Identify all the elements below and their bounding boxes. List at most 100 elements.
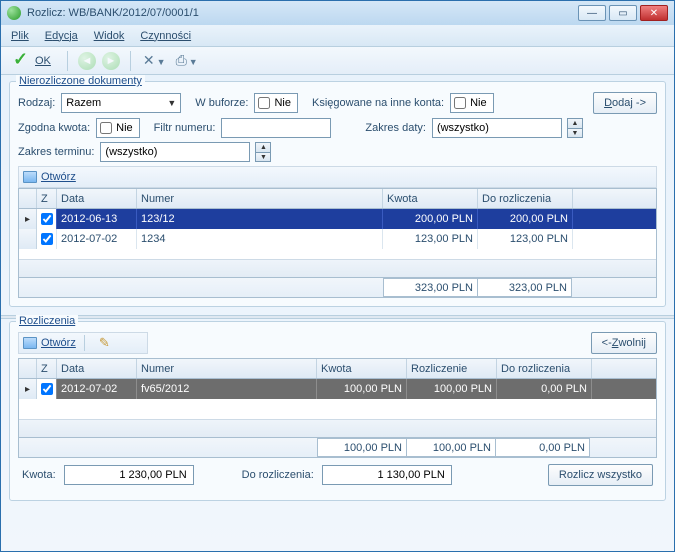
titlebar: Rozlicz: WB/BANK/2012/07/0001/1 — ▭ ✕ — [1, 1, 674, 25]
ksiegowane-label: Księgowane na inne konta: — [312, 97, 444, 109]
grid2-footer: 100,00 PLN 100,00 PLN 0,00 PLN — [19, 437, 656, 457]
edit-icon[interactable]: ✎ — [99, 335, 110, 351]
col-numer[interactable]: Numer — [137, 359, 317, 378]
grid-rozliczenia: Z Data Numer Kwota Rozliczenie Do rozlic… — [18, 358, 657, 458]
splitter[interactable] — [1, 315, 674, 319]
grid1-footer: 323,00 PLN 323,00 PLN — [19, 277, 656, 297]
nav-back-button[interactable]: ◄ — [78, 52, 96, 70]
grid1-toolbar: Otwórz — [18, 166, 657, 188]
col-data[interactable]: Data — [57, 359, 137, 378]
cell-dorozl: 123,00 PLN — [478, 229, 573, 249]
window-title: Rozlicz: WB/BANK/2012/07/0001/1 — [27, 7, 578, 19]
toolbar: OK ◄ ► ✕▼ ⎙▼ — [1, 47, 674, 75]
cell-kwota: 200,00 PLN — [383, 209, 478, 229]
foot-dorozl: 323,00 PLN — [477, 278, 572, 297]
group-rozliczenia: Rozliczenia Otwórz ✎ <- Zwolnij Z Data N… — [9, 321, 666, 501]
group-nierozliczone: Nierozliczone dokumenty Rodzaj: Razem▼ W… — [9, 81, 666, 307]
close-button[interactable]: ✕ — [640, 5, 668, 21]
zakresterminu-input[interactable]: (wszystko) — [100, 142, 250, 162]
separator — [130, 51, 131, 71]
ksiegowane-checkbox[interactable]: Nie — [450, 93, 494, 113]
open-icon — [23, 171, 37, 183]
foot-kwota: 100,00 PLN — [317, 438, 407, 457]
group-rozliczenia-label: Rozliczenia — [16, 315, 78, 327]
otworz-button[interactable]: Otwórz — [41, 171, 76, 183]
cell-numer: 1234 — [137, 229, 383, 249]
col-dorozl[interactable]: Do rozliczenia — [497, 359, 592, 378]
menu-edycja[interactable]: Edycja — [45, 30, 78, 42]
cell-kwota: 100,00 PLN — [317, 379, 407, 399]
otworz-button-2[interactable]: Otwórz — [41, 337, 76, 349]
foot-dorozl: 0,00 PLN — [495, 438, 590, 457]
col-data[interactable]: Data — [57, 189, 137, 208]
grid2-toolbar: Otwórz ✎ — [18, 332, 148, 354]
col-z[interactable]: Z — [37, 359, 57, 378]
zakresdaty-input[interactable]: (wszystko) — [432, 118, 562, 138]
menu-widok[interactable]: Widok — [94, 30, 125, 42]
kwota-label: Kwota: — [22, 469, 56, 481]
cell-kwota: 123,00 PLN — [383, 229, 478, 249]
table-row[interactable]: 2012-07-021234123,00 PLN123,00 PLN — [19, 229, 656, 249]
group-nierozliczone-label: Nierozliczone dokumenty — [16, 75, 145, 87]
app-window: Rozlicz: WB/BANK/2012/07/0001/1 — ▭ ✕ Pl… — [0, 0, 675, 552]
col-dorozl[interactable]: Do rozliczenia — [478, 189, 573, 208]
nav-forward-button[interactable]: ► — [102, 52, 120, 70]
zakresdaty-label: Zakres daty: — [365, 122, 426, 134]
row-checkbox[interactable] — [37, 209, 57, 229]
grid1-header: Z Data Numer Kwota Do rozliczenia — [19, 189, 656, 209]
col-numer[interactable]: Numer — [137, 189, 383, 208]
zakresterminu-spinner[interactable]: ▲▼ — [255, 142, 271, 162]
row-checkbox[interactable] — [37, 229, 57, 249]
row-indicator: ▸ — [19, 379, 37, 399]
tools-icon[interactable]: ✕▼ — [141, 52, 168, 69]
zgodna-label: Zgodna kwota: — [18, 122, 90, 134]
wbuforze-checkbox[interactable]: Nie — [254, 93, 298, 113]
menu-plik[interactable]: Plik — [11, 30, 29, 42]
foot-kwota: 323,00 PLN — [383, 278, 478, 297]
zakresdaty-spinner[interactable]: ▲▼ — [567, 118, 583, 138]
filtr-input[interactable] — [221, 118, 331, 138]
app-icon — [7, 6, 21, 20]
table-row[interactable]: ▸2012-06-13123/12200,00 PLN200,00 PLN — [19, 209, 656, 229]
grid-nierozliczone: Z Data Numer Kwota Do rozliczenia ▸2012-… — [18, 188, 657, 298]
row-checkbox[interactable] — [37, 379, 57, 399]
cell-data: 2012-07-02 — [57, 379, 137, 399]
rodzaj-select[interactable]: Razem▼ — [61, 93, 181, 113]
row-indicator: ▸ — [19, 209, 37, 229]
table-row[interactable]: ▸2012-07-02fv65/2012100,00 PLN100,00 PLN… — [19, 379, 656, 399]
dodaj-button[interactable]: Dodaj -> — [593, 92, 657, 114]
foot-rozl: 100,00 PLN — [406, 438, 496, 457]
print-icon[interactable]: ⎙▼ — [174, 52, 200, 69]
cell-numer: 123/12 — [137, 209, 383, 229]
grid2-header: Z Data Numer Kwota Rozliczenie Do rozlic… — [19, 359, 656, 379]
col-rozl[interactable]: Rozliczenie — [407, 359, 497, 378]
dorozl-label: Do rozliczenia: — [242, 469, 314, 481]
cell-data: 2012-06-13 — [57, 209, 137, 229]
col-kwota[interactable]: Kwota — [383, 189, 478, 208]
filtr-label: Filtr numeru: — [154, 122, 216, 134]
zwolnij-button[interactable]: <- Zwolnij — [591, 332, 657, 354]
cell-dorozl: 200,00 PLN — [478, 209, 573, 229]
cell-rozl: 100,00 PLN — [407, 379, 497, 399]
zakresterminu-label: Zakres terminu: — [18, 146, 94, 158]
minimize-button[interactable]: — — [578, 5, 606, 21]
separator — [67, 51, 68, 71]
zgodna-checkbox[interactable]: Nie — [96, 118, 140, 138]
menubar: Plik Edycja Widok Czynności — [1, 25, 674, 47]
ok-button[interactable]: OK — [7, 50, 57, 72]
col-kwota[interactable]: Kwota — [317, 359, 407, 378]
rodzaj-label: Rodzaj: — [18, 97, 55, 109]
maximize-button[interactable]: ▭ — [609, 5, 637, 21]
dorozl-value: 1 130,00 PLN — [322, 465, 452, 485]
open-icon — [23, 337, 37, 349]
cell-numer: fv65/2012 — [137, 379, 317, 399]
col-z[interactable]: Z — [37, 189, 57, 208]
wbuforze-label: W buforze: — [195, 97, 248, 109]
menu-czynnosci[interactable]: Czynności — [140, 30, 191, 42]
row-indicator — [19, 229, 37, 249]
rozlicz-wszystko-button[interactable]: Rozlicz wszystko — [548, 464, 653, 486]
cell-dorozl: 0,00 PLN — [497, 379, 592, 399]
kwota-value: 1 230,00 PLN — [64, 465, 194, 485]
cell-data: 2012-07-02 — [57, 229, 137, 249]
check-icon — [13, 52, 31, 70]
